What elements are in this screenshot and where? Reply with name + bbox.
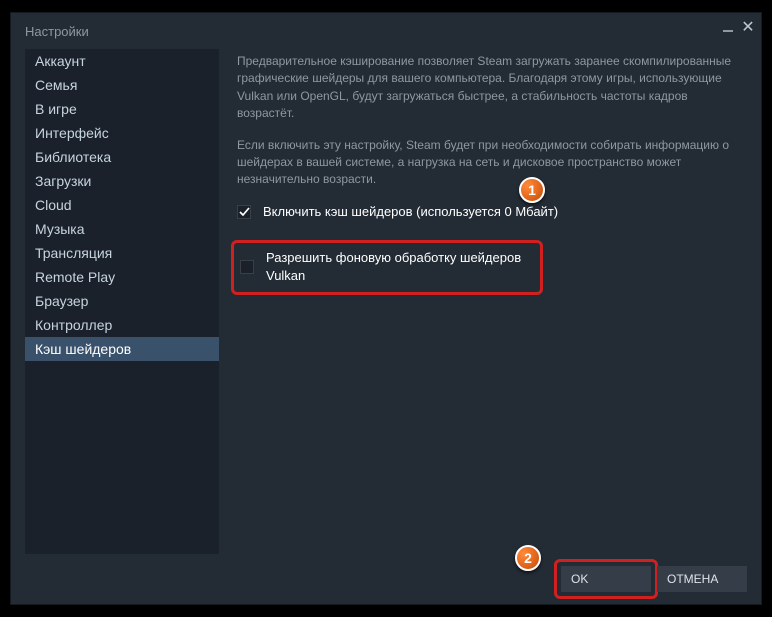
sidebar-item-account[interactable]: Аккаунт xyxy=(25,49,219,73)
sidebar-item-label: Кэш шейдеров xyxy=(35,341,131,357)
settings-window: Настройки ✕ Аккаунт Семья В игре Интерфе… xyxy=(10,12,762,605)
checkbox-enable-shader-cache[interactable] xyxy=(237,205,251,219)
body-area: Аккаунт Семья В игре Интерфейс Библиотек… xyxy=(11,49,761,554)
sidebar-item-label: Библиотека xyxy=(35,149,111,165)
titlebar: Настройки ✕ xyxy=(11,13,761,49)
button-label: ОТМЕНА xyxy=(667,572,718,586)
sidebar-item-label: Cloud xyxy=(35,197,72,213)
close-icon[interactable]: ✕ xyxy=(741,21,755,35)
sidebar-item-label: Трансляция xyxy=(35,245,112,261)
sidebar-item-music[interactable]: Музыка xyxy=(25,217,219,241)
sidebar-item-interface[interactable]: Интерфейс xyxy=(25,121,219,145)
sidebar-item-label: Семья xyxy=(35,77,77,93)
sidebar-item-library[interactable]: Библиотека xyxy=(25,145,219,169)
sidebar-item-label: Музыка xyxy=(35,221,85,237)
sidebar-item-remoteplay[interactable]: Remote Play xyxy=(25,265,219,289)
button-label: OK xyxy=(571,572,588,586)
ok-highlight: OK xyxy=(554,559,658,599)
sidebar-item-ingame[interactable]: В игре xyxy=(25,97,219,121)
option-vulkan-background[interactable]: Разрешить фоновую обработку шейдеров Vul… xyxy=(231,240,543,296)
description-para-1: Предварительное кэширование позволяет St… xyxy=(237,53,733,123)
content-panel: Предварительное кэширование позволяет St… xyxy=(219,49,747,554)
description-para-2: Если включить эту настройку, Steam будет… xyxy=(237,137,733,189)
sidebar-item-label: Браузер xyxy=(35,293,88,309)
sidebar-item-broadcast[interactable]: Трансляция xyxy=(25,241,219,265)
window-controls: ✕ xyxy=(723,21,755,35)
sidebar-item-cloud[interactable]: Cloud xyxy=(25,193,219,217)
annotation-badge-2: 2 xyxy=(515,545,541,571)
sidebar-item-label: Контроллер xyxy=(35,317,112,333)
annotation-badge-1: 1 xyxy=(519,177,545,203)
sidebar-item-downloads[interactable]: Загрузки xyxy=(25,169,219,193)
checkbox-vulkan-background[interactable] xyxy=(240,260,254,274)
sidebar-item-label: В игре xyxy=(35,101,77,117)
sidebar-item-label: Интерфейс xyxy=(35,125,109,141)
option-label: Разрешить фоновую обработку шейдеров Vul… xyxy=(266,249,530,287)
sidebar-item-browser[interactable]: Браузер xyxy=(25,289,219,313)
minimize-icon[interactable] xyxy=(723,23,733,33)
cancel-button[interactable]: ОТМЕНА xyxy=(657,566,747,592)
sidebar-item-shadercache[interactable]: Кэш шейдеров xyxy=(25,337,219,361)
sidebar: Аккаунт Семья В игре Интерфейс Библиотек… xyxy=(25,49,219,554)
footer: OK ОТМЕНА xyxy=(561,566,747,592)
ok-button[interactable]: OK xyxy=(561,566,651,592)
option-label: Включить кэш шейдеров (используется 0 Мб… xyxy=(263,203,558,222)
sidebar-item-label: Загрузки xyxy=(35,173,91,189)
sidebar-item-family[interactable]: Семья xyxy=(25,73,219,97)
window-title: Настройки xyxy=(25,24,89,39)
sidebar-item-controller[interactable]: Контроллер xyxy=(25,313,219,337)
option-enable-shader-cache[interactable]: Включить кэш шейдеров (используется 0 Мб… xyxy=(237,203,733,222)
sidebar-item-label: Remote Play xyxy=(35,269,115,285)
sidebar-item-label: Аккаунт xyxy=(35,53,86,69)
